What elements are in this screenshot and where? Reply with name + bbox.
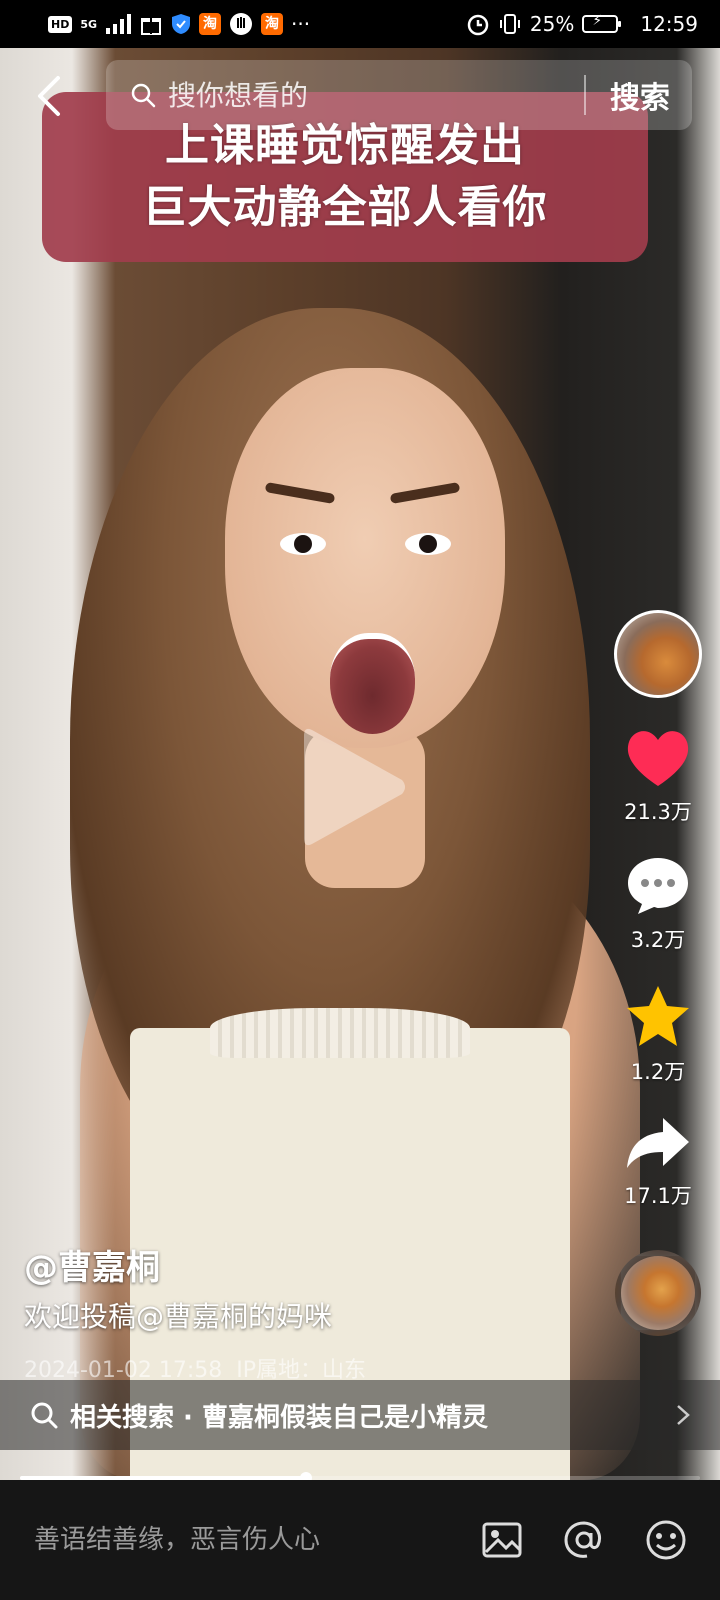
status-left: HD 5G 淘 淘 ··· xyxy=(48,12,310,36)
more-notifications: ··· xyxy=(291,12,311,36)
share-action[interactable]: 17.1万 xyxy=(624,1116,692,1210)
vibrate-icon xyxy=(499,14,520,34)
search-divider xyxy=(584,75,586,115)
author-name[interactable]: @曹嘉桐 xyxy=(24,1240,160,1289)
search-input[interactable] xyxy=(166,77,570,113)
hd-badge: HD xyxy=(48,15,73,33)
favorite-count: 1.2万 xyxy=(630,1060,686,1084)
caption-line-2: 巨大动静全部人看你 xyxy=(142,182,548,233)
gift-icon xyxy=(141,18,162,35)
search-icon xyxy=(31,1402,58,1429)
star-icon[interactable] xyxy=(625,984,691,1048)
emoji-icon[interactable] xyxy=(644,1518,688,1562)
status-bar: HD 5G 淘 淘 ··· 25% ⚡ 12:59 xyxy=(0,0,720,48)
comment-icon[interactable] xyxy=(626,856,690,916)
play-icon[interactable] xyxy=(300,722,410,852)
heart-icon[interactable] xyxy=(625,728,691,788)
search-button[interactable]: 搜索 xyxy=(610,73,670,117)
search-icon xyxy=(131,83,156,108)
comment-input[interactable] xyxy=(32,1524,442,1556)
author-avatar[interactable] xyxy=(614,610,702,698)
chevron-right-icon xyxy=(677,1405,690,1425)
clock: 12:59 xyxy=(640,12,698,36)
battery-icon: ⚡ xyxy=(582,13,622,33)
status-right: 25% ⚡ 12:59 xyxy=(466,12,698,36)
back-icon[interactable] xyxy=(32,74,66,118)
image-icon[interactable] xyxy=(480,1518,524,1562)
comment-action[interactable]: 3.2万 xyxy=(626,856,690,954)
network-type: 5G xyxy=(80,17,98,31)
search-bar[interactable]: 搜索 xyxy=(106,60,692,130)
hand-icon xyxy=(230,13,253,35)
share-icon[interactable] xyxy=(625,1116,691,1172)
share-count: 17.1万 xyxy=(624,1184,692,1208)
taobao-icon: 淘 xyxy=(199,13,222,35)
signal-icon xyxy=(106,14,132,34)
favorite-action[interactable]: 1.2万 xyxy=(625,984,691,1086)
video-description[interactable]: 欢迎投稿@曹嘉桐的妈咪 xyxy=(24,1295,332,1335)
battery-percent: 25% xyxy=(529,12,575,36)
at-mention-icon[interactable] xyxy=(562,1518,606,1562)
alarm-icon xyxy=(467,14,489,36)
comment-count: 3.2万 xyxy=(630,928,686,952)
music-disc-icon[interactable] xyxy=(615,1250,701,1336)
like-count: 21.3万 xyxy=(624,800,692,824)
action-rail: 21.3万 3.2万 1.2万 17.1万 xyxy=(606,610,710,1336)
taobao-icon-2: 淘 xyxy=(261,13,284,35)
related-search-text: 相关搜索 · 曹嘉桐假装自己是小精灵 xyxy=(70,1402,488,1433)
shield-icon xyxy=(172,14,191,34)
like-action[interactable]: 21.3万 xyxy=(624,728,692,826)
related-search-bar[interactable]: 相关搜索 · 曹嘉桐假装自己是小精灵 xyxy=(0,1380,720,1450)
comment-bar xyxy=(0,1480,720,1600)
